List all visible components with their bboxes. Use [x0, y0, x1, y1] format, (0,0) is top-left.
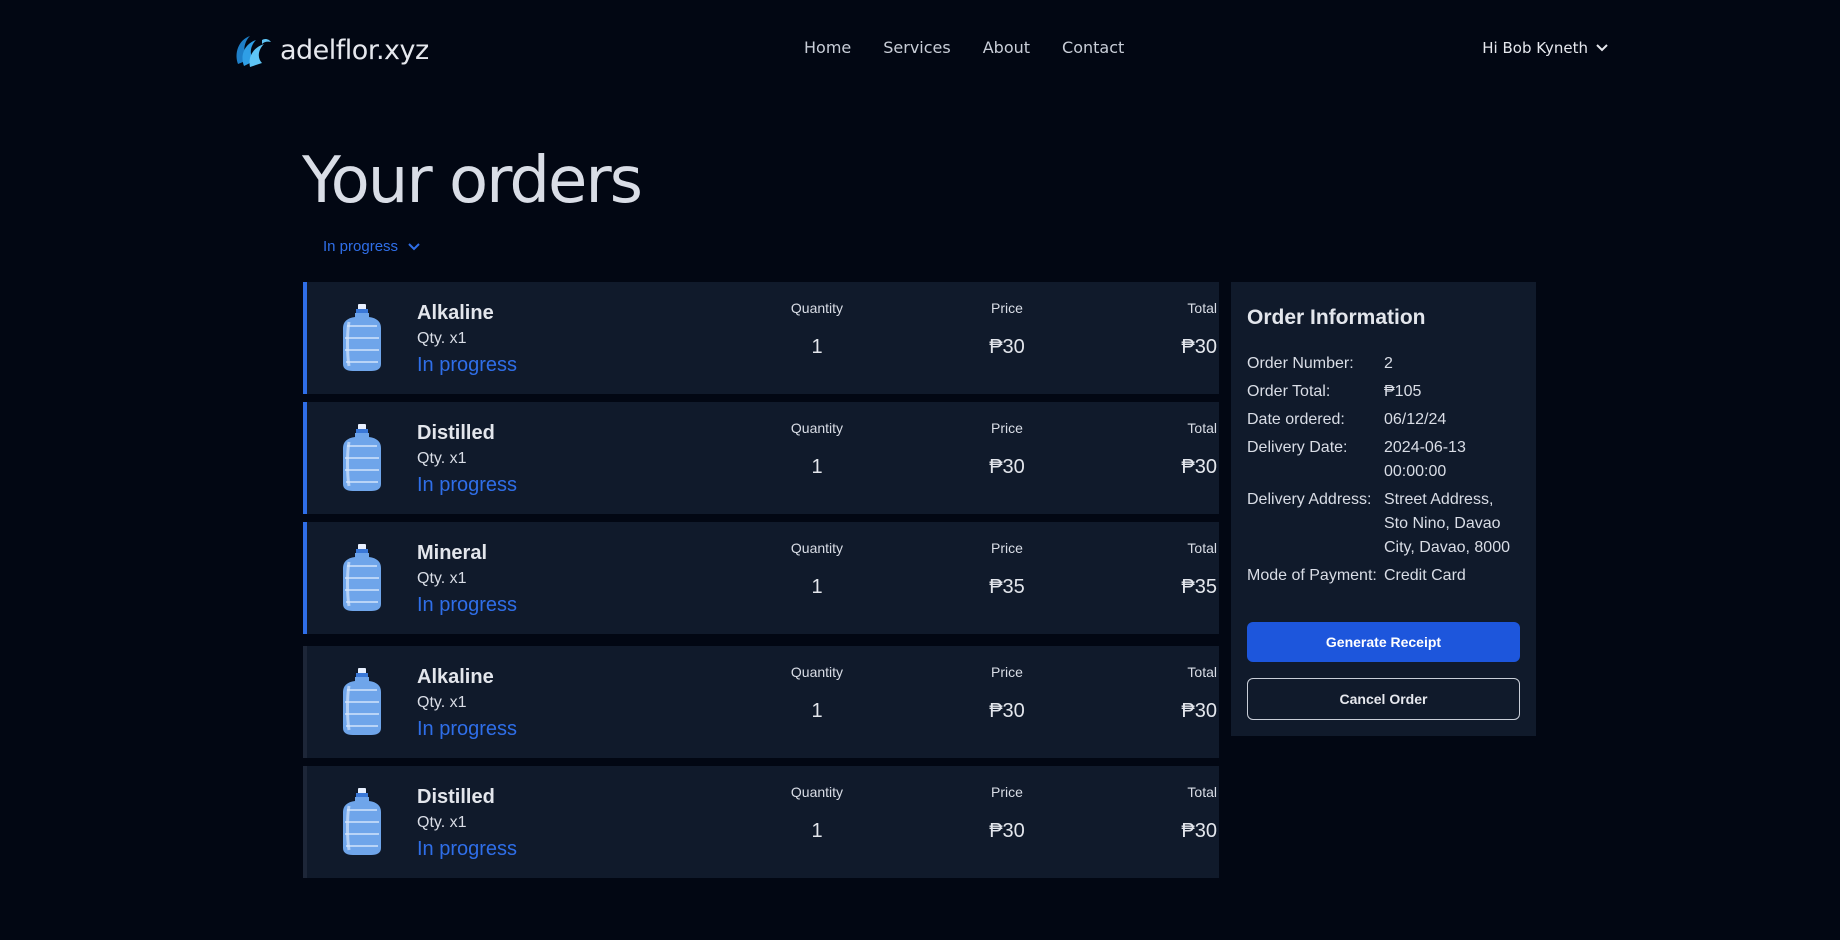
order-info-row: Delivery Date: 2024-06-13 00:00:00 [1247, 436, 1520, 484]
quantity-header: Quantity [790, 540, 844, 556]
price-value: ₱30 [989, 456, 1025, 478]
product-qty-label: Qty. x1 [417, 814, 467, 831]
price-header: Price [991, 664, 1023, 680]
order-item-row[interactable]: Distilled Qty. x1 In progress Quantity 1 Pric… [303, 402, 1219, 514]
quantity-value: 1 [811, 456, 823, 478]
orders-list: Alkaline Qty. x1 In progress Quantity 1 Price… [303, 282, 1219, 890]
water-bottle-icon [343, 304, 381, 371]
product-name: Distilled [417, 422, 495, 444]
order-info-value: Credit Card [1384, 567, 1466, 584]
total-header: Total [1187, 540, 1217, 556]
order-info-value: 06/12/24 [1384, 411, 1447, 428]
chevron-down-icon [1596, 44, 1608, 52]
product-name: Mineral [417, 542, 488, 564]
water-bottle-icon [343, 668, 381, 735]
total-header: Total [1187, 664, 1217, 680]
page-title: Your orders [302, 144, 643, 218]
total-value: ₱30 [1181, 700, 1217, 722]
order-info-rows: Order Number: 2 Order Total: ₱105 Date order… [1247, 352, 1520, 588]
logo[interactable]: adelflor.xyz [232, 30, 429, 70]
price-value: ₱30 [989, 336, 1025, 358]
nav-contact[interactable]: Contact [1062, 38, 1124, 57]
order-status: In progress [417, 474, 518, 496]
quantity-header: Quantity [790, 420, 844, 436]
quantity-value: 1 [811, 820, 823, 842]
order-info-heading: Order Information [1247, 306, 1426, 329]
status-filter-dropdown[interactable]: In progress [323, 238, 420, 255]
site-header: adelflor.xyz Home Services About Contact… [0, 0, 1840, 100]
order-group: Alkaline Qty. x1 In progress Quantity 1 Price… [303, 646, 1219, 878]
order-info-row: Order Total: ₱105 [1247, 380, 1520, 404]
total-header: Total [1187, 300, 1217, 316]
user-menu[interactable]: Hi Bob Kyneth [1482, 39, 1608, 57]
order-info-label: Delivery Address: [1247, 491, 1372, 508]
total-value: ₱30 [1181, 456, 1217, 478]
order-info-value: ₱105 [1384, 383, 1422, 400]
price-header: Price [991, 420, 1023, 436]
order-info-row: Order Number: 2 [1247, 352, 1520, 376]
product-name: Distilled [417, 786, 495, 808]
order-status: In progress [417, 594, 518, 616]
main-nav: Home Services About Contact [804, 38, 1156, 57]
order-info-value: 2024-06-13 00:00:00 [1384, 439, 1466, 480]
order-item-row[interactable]: Mineral Qty. x1 In progress Quantity 1 Price ₱… [303, 522, 1219, 634]
order-info-row: Mode of Payment: Credit Card [1247, 564, 1520, 588]
order-info-label: Date ordered: [1247, 411, 1345, 428]
order-info-row: Date ordered: 06/12/24 [1247, 408, 1520, 432]
order-info-label: Order Number: [1247, 355, 1354, 372]
water-bottle-icon [343, 544, 381, 611]
total-value: ₱30 [1181, 336, 1217, 358]
total-value: ₱35 [1181, 576, 1217, 598]
order-item-row[interactable]: Distilled Qty. x1 In progress Quantity 1 Pric… [303, 766, 1219, 878]
water-bottle-icon [343, 788, 381, 855]
chevron-down-icon [408, 242, 420, 250]
nav-services[interactable]: Services [883, 38, 950, 57]
order-group: Alkaline Qty. x1 In progress Quantity 1 Price… [303, 282, 1219, 634]
order-information-panel: Order Information Order Number: 2 Order To… [1231, 282, 1536, 736]
nav-about[interactable]: About [983, 38, 1030, 57]
price-header: Price [991, 300, 1023, 316]
order-status: In progress [417, 354, 518, 376]
order-info-label: Mode of Payment: [1247, 567, 1377, 584]
price-value: ₱30 [989, 820, 1025, 842]
product-qty-label: Qty. x1 [417, 570, 467, 587]
order-info-label: Delivery Date: [1247, 439, 1348, 456]
price-value: ₱30 [989, 700, 1025, 722]
quantity-header: Quantity [790, 300, 844, 316]
product-qty-label: Qty. x1 [417, 450, 467, 467]
logo-text: adelflor.xyz [280, 34, 429, 66]
price-header: Price [991, 540, 1023, 556]
quantity-header: Quantity [790, 664, 844, 680]
order-info-row: Delivery Address: Street Address, Sto Nin… [1247, 488, 1520, 560]
quantity-value: 1 [811, 576, 823, 598]
order-info-value: Street Address, Sto Nino, Davao City, Da… [1384, 491, 1510, 556]
total-value: ₱30 [1181, 820, 1217, 842]
order-info-value: 2 [1384, 355, 1393, 372]
quantity-value: 1 [811, 336, 823, 358]
order-item-row[interactable]: Alkaline Qty. x1 In progress Quantity 1 Price… [303, 646, 1219, 758]
total-header: Total [1187, 784, 1217, 800]
product-qty-label: Qty. x1 [417, 694, 467, 711]
price-value: ₱35 [989, 576, 1025, 598]
quantity-value: 1 [811, 700, 823, 722]
product-qty-label: Qty. x1 [417, 330, 467, 347]
water-bottle-icon [343, 424, 381, 491]
order-info-label: Order Total: [1247, 383, 1331, 400]
order-item-row[interactable]: Alkaline Qty. x1 In progress Quantity 1 Price… [303, 282, 1219, 394]
order-status: In progress [417, 718, 518, 740]
product-name: Alkaline [417, 666, 494, 688]
total-header: Total [1187, 420, 1217, 436]
quantity-header: Quantity [790, 784, 844, 800]
product-name: Alkaline [417, 302, 494, 324]
wave-logo-icon [236, 36, 271, 67]
cancel-order-button[interactable]: Cancel Order [1247, 678, 1520, 720]
generate-receipt-button[interactable]: Generate Receipt [1247, 622, 1520, 662]
nav-home[interactable]: Home [804, 38, 851, 57]
status-filter-value: In progress [323, 238, 399, 255]
user-greeting: Hi Bob Kyneth [1482, 39, 1588, 57]
order-status: In progress [417, 838, 518, 860]
price-header: Price [991, 784, 1023, 800]
